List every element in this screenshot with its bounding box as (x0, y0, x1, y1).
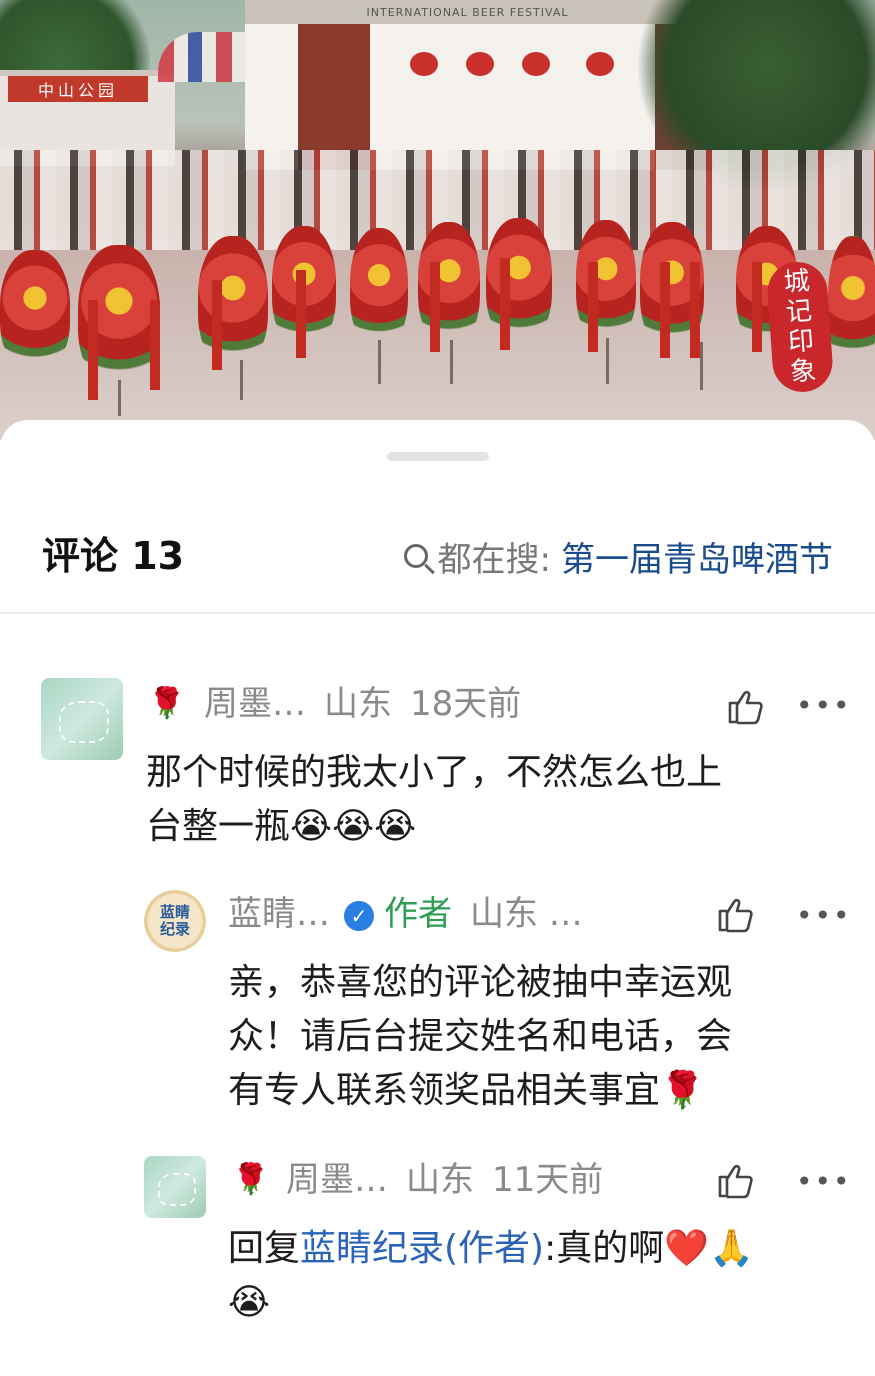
thumbs-up-icon[interactable] (726, 686, 766, 726)
reply-line: 亲，恭喜您的评论被抽中幸运观 (228, 962, 733, 1003)
reply-line: 众！请后台提交姓名和电话，会 (228, 1016, 733, 1057)
reply-content: :真的啊❤️🙏 (544, 1228, 754, 1269)
timestamp: 18天前 (410, 684, 522, 724)
wreath-ribbon (212, 280, 222, 370)
wreath-ribbon (500, 258, 510, 350)
lantern (410, 52, 438, 76)
comment-text: 那个时候的我太小了，不然怎么也上 台整一瓶😭😭😭 (146, 746, 846, 854)
lantern (466, 52, 494, 76)
comment-sheet: 评论 13 都在搜: 第一届青岛啤酒节 🌹 周墨… 山东 18天前 ••• 那个时候… (0, 420, 875, 1376)
search-icon (403, 544, 428, 568)
more-dots-icon[interactable]: ••• (796, 1168, 852, 1196)
reply-target-link[interactable]: 蓝睛纪录(作者) (300, 1228, 544, 1269)
search-suggestion[interactable]: 都在搜: 第一届青岛啤酒节 (403, 526, 833, 586)
comments-header: 评论 13 都在搜: 第一届青岛啤酒节 (0, 526, 875, 586)
author-tag: 作者 (384, 894, 452, 934)
avatar[interactable] (144, 1156, 206, 1218)
username[interactable]: 蓝睛… (228, 894, 330, 934)
gate-pillar-left (298, 24, 370, 170)
gate-banner: INTERNATIONAL BEER FESTIVAL (245, 0, 690, 24)
flower-wreath (0, 250, 70, 370)
more-dots-icon[interactable]: ••• (796, 692, 852, 720)
watermark-char: 城 (782, 266, 811, 298)
header-divider (0, 612, 875, 614)
flower-wreath (198, 236, 268, 366)
reply-prefix: 回复 (228, 1228, 301, 1269)
park-sign: 中山公园 (8, 76, 148, 102)
lantern (586, 52, 614, 76)
reply-line: 😭 (228, 1282, 271, 1323)
reply-meta: 蓝睛… ✓ 作者 山东 … (228, 894, 583, 934)
reply-text: 亲，恭喜您的评论被抽中幸运观 众！请后台提交姓名和电话，会 有专人联系领奖品相关… (228, 956, 848, 1118)
comment-line: 台整一瓶😭😭😭 (146, 806, 417, 847)
reply-line: 回复蓝睛纪录(作者):真的啊❤️🙏 (228, 1222, 848, 1276)
rose-badge-icon: 🌹 (232, 1162, 270, 1197)
timestamp: 11天前 (492, 1160, 604, 1200)
wreath-stand (606, 338, 609, 384)
flower-wreath (828, 236, 875, 366)
flower-wreath (486, 218, 552, 342)
reply-meta: 周墨… 山东 11天前 (286, 1160, 603, 1200)
watermark-char: 印 (787, 326, 816, 358)
verified-badge-icon: ✓ (344, 900, 374, 931)
wreath-ribbon (752, 262, 762, 352)
avatar-logo-text: 蓝睛纪录 (159, 903, 190, 938)
location: 山东 (406, 1160, 474, 1200)
wreath-ribbon (588, 262, 598, 352)
location: 山东 … (470, 894, 583, 934)
watermark-char: 记 (784, 296, 813, 328)
channel-watermark-logo: 城 记 印 象 (765, 260, 835, 394)
wreath-ribbon (296, 270, 306, 358)
video-frame[interactable]: 中山公园 INTERNATIONAL BEER FESTIVAL 城 记 印 象 (0, 0, 875, 440)
search-label: 都在搜: (437, 539, 551, 580)
more-dots-icon[interactable]: ••• (796, 902, 852, 930)
search-keyword-link[interactable]: 第一届青岛啤酒节 (561, 532, 833, 581)
comment-meta: 周墨… 山东 18天前 (204, 684, 521, 724)
wreath-stand (700, 342, 703, 390)
wreath-stand (118, 380, 121, 416)
thumbs-up-icon[interactable] (716, 1160, 756, 1200)
flower-wreath (576, 220, 636, 342)
reply-line: 有专人联系领奖品相关事宜🌹 (228, 1070, 705, 1111)
avatar[interactable] (41, 678, 123, 760)
wreath-ribbon (430, 262, 440, 352)
username[interactable]: 周墨… (286, 1160, 388, 1200)
wreath-ribbon (660, 262, 670, 358)
watermark-char: 象 (789, 356, 818, 388)
comments-count-title: 评论 13 (42, 534, 185, 578)
thumbs-up-icon[interactable] (716, 894, 756, 934)
location: 山东 (324, 684, 392, 724)
wreath-stand (450, 340, 453, 384)
drag-handle[interactable] (387, 452, 489, 461)
wreath-ribbon (150, 300, 160, 390)
lantern (522, 52, 550, 76)
wreath-stand (240, 360, 243, 400)
wreath-ribbon (690, 262, 700, 358)
flower-wreath (350, 228, 408, 346)
comment-line: 那个时候的我太小了，不然怎么也上 (146, 752, 723, 793)
username[interactable]: 周墨… (204, 684, 306, 724)
reply-text: 回复蓝睛纪录(作者):真的啊❤️🙏 😭 (228, 1222, 848, 1330)
rose-badge-icon: 🌹 (148, 686, 186, 721)
flower-wreath (418, 222, 480, 344)
wreath-stand (378, 340, 381, 384)
author-avatar[interactable]: 蓝睛纪录 (144, 890, 206, 952)
wreath-ribbon (88, 300, 98, 400)
